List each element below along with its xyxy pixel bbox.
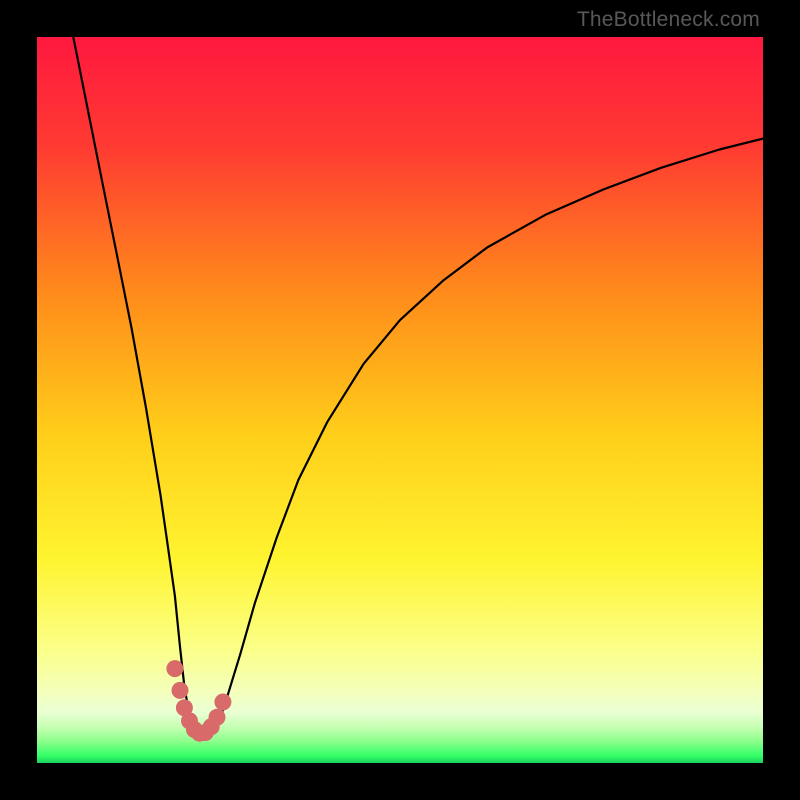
series-path <box>73 37 204 740</box>
curve-layer <box>37 37 763 763</box>
data-marker <box>166 660 183 677</box>
data-marker <box>172 682 189 699</box>
plot-area <box>37 37 763 763</box>
chart-frame: TheBottleneck.com <box>0 0 800 800</box>
series-path <box>204 139 763 740</box>
data-marker <box>209 709 226 726</box>
page-watermark: TheBottleneck.com <box>577 8 760 32</box>
data-marker <box>214 694 231 711</box>
